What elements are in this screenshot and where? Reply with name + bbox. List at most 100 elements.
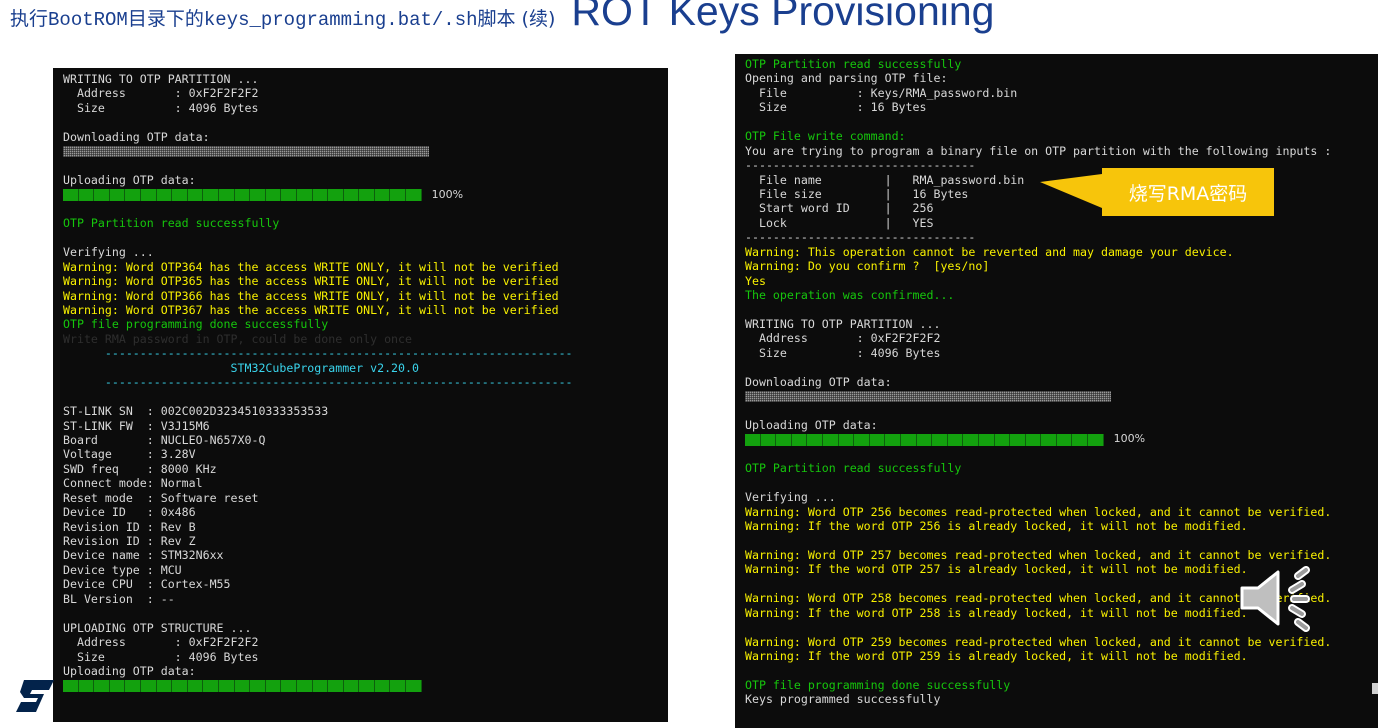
upload-progress-bar — [745, 433, 1104, 446]
right-terminal-line: OTP File write command: — [745, 129, 906, 144]
right-terminal-line: The operation was confirmed... — [745, 288, 955, 302]
left-terminal-line: Address : 0xF2F2F2F2 — [63, 635, 259, 650]
rma-callout: 烧写RMA密码 — [1040, 168, 1276, 218]
upload-progress-bar — [63, 679, 422, 692]
upload-progress-bar — [63, 188, 422, 201]
left-terminal-line: Uploading OTP data: — [63, 173, 196, 188]
right-terminal-line: Warning: If the word OTP 259 is already … — [745, 648, 1248, 663]
left-terminal-line: Revision ID : Rev Z — [63, 534, 196, 548]
title-bootrom: BootROM — [48, 9, 128, 31]
left-terminal-line: Connect mode: Normal — [63, 476, 203, 491]
right-terminal-line: --------------------------------- — [745, 230, 976, 245]
title-prefix: 执行 — [10, 8, 49, 30]
right-terminal-line: OTP Partition read successfully — [745, 57, 962, 71]
right-terminal-line — [745, 533, 1378, 547]
left-terminal-line: OTP file programming done successfully — [63, 317, 329, 332]
right-terminal-line: Warning: If the word OTP 256 is already … — [745, 519, 1248, 533]
left-terminal-line — [63, 202, 668, 216]
left-terminal-line: Address : 0xF2F2F2F2 — [63, 86, 259, 101]
right-terminal-line: Uploading OTP data: — [745, 417, 878, 432]
right-terminal-line — [745, 447, 1378, 461]
left-terminal-line: Verifying ... — [63, 245, 154, 260]
left-terminal-line: ----------------------------------------… — [63, 346, 573, 361]
download-progress-bar — [745, 390, 1111, 402]
left-progress-row — [63, 144, 668, 158]
left-progress-row: 100% — [63, 188, 668, 202]
right-terminal-line — [745, 404, 1378, 418]
left-terminal-output: WRITING TO OTP PARTITION ... Address : 0… — [63, 72, 668, 693]
st-logo-icon — [16, 680, 54, 712]
left-terminal-line: ST-LINK FW : V3J15M6 — [63, 418, 210, 433]
left-terminal-line: Device name : STM32N6xx — [63, 548, 224, 563]
left-terminal-line: Device ID : 0x486 — [63, 505, 196, 520]
left-terminal-line — [63, 390, 668, 404]
download-progress-bar — [63, 145, 429, 157]
left-terminal-line — [63, 115, 668, 129]
speaker-icon[interactable] — [1238, 566, 1320, 632]
right-terminal-line: Size : 4096 Bytes — [745, 345, 941, 360]
right-terminal-line: Address : 0xF2F2F2F2 — [745, 331, 941, 346]
left-terminal-line: WRITING TO OTP PARTITION ... — [63, 72, 259, 86]
progress-percent: 100% — [431, 187, 464, 201]
right-terminal-line: WRITING TO OTP PARTITION ... — [745, 316, 941, 331]
right-terminal-line — [745, 360, 1378, 374]
title-middle: 目录下的 — [127, 8, 204, 30]
left-terminal-window: WRITING TO OTP PARTITION ... Address : 0… — [53, 68, 668, 722]
left-terminal-line: Revision ID : Rev B — [63, 519, 196, 534]
right-terminal-line: File : Keys/RMA_password.bin — [745, 85, 1018, 100]
title-heading: ROT Keys Provisioning — [571, 0, 995, 34]
right-terminal-line: Verifying ... — [745, 490, 836, 505]
right-terminal-line: Warning: Word OTP 256 becomes read-prote… — [745, 504, 1332, 519]
left-terminal-line: STM32CubeProgrammer v2.20.0 — [63, 360, 419, 375]
left-terminal-line: Write RMA password in OTP, could be done… — [63, 331, 413, 346]
right-terminal-line: Warning: Word OTP 257 becomes read-prote… — [745, 547, 1332, 562]
left-terminal-line: Warning: Word OTP366 has the access WRIT… — [63, 288, 559, 303]
left-terminal-line: BL Version : -- — [63, 591, 175, 606]
left-terminal-line: Warning: Word OTP364 has the access WRIT… — [63, 259, 559, 274]
right-terminal-line: OTP file programming done successfully — [745, 677, 1011, 692]
left-terminal-line: Uploading OTP data: — [63, 663, 196, 678]
left-terminal-line: Device type : MCU — [63, 562, 182, 577]
right-terminal-line — [745, 302, 1378, 316]
left-terminal-line: Board : NUCLEO-N657X0-Q — [63, 432, 266, 447]
left-terminal-line: Size : 4096 Bytes — [63, 649, 259, 664]
right-terminal-line: OTP Partition read successfully — [745, 461, 962, 476]
progress-percent: 100% — [1113, 432, 1146, 446]
left-terminal-line: Downloading OTP data: — [63, 129, 210, 144]
right-terminal-line — [745, 476, 1378, 490]
right-terminal-line: Downloading OTP data: — [745, 374, 892, 389]
right-terminal-line: You are trying to program a binary file … — [745, 143, 1332, 158]
left-terminal-line: SWD freq : 8000 KHz — [63, 461, 217, 476]
left-terminal-line — [63, 231, 668, 245]
title-script: keys_programming.bat/.sh — [203, 9, 478, 31]
left-terminal-line: Voltage : 3.28V — [63, 447, 196, 462]
right-progress-row — [745, 389, 1378, 403]
left-progress-row — [63, 678, 668, 692]
right-progress-row: 100% — [745, 432, 1378, 446]
right-terminal-line: Warning: Word OTP 259 becomes read-prote… — [745, 634, 1332, 649]
right-terminal-line: Yes — [745, 273, 766, 288]
left-terminal-line: Warning: Word OTP367 has the access WRIT… — [63, 303, 559, 317]
right-terminal-line — [745, 663, 1378, 677]
right-terminal-line: Opening and parsing OTP file: — [745, 71, 948, 86]
left-terminal-line — [63, 159, 668, 173]
left-terminal-line — [63, 606, 668, 620]
callout-pointer — [1040, 174, 1102, 208]
left-terminal-line: ----------------------------------------… — [63, 375, 573, 390]
right-terminal-line: Size : 16 Bytes — [745, 100, 927, 115]
slide-title: 执行BootROM目录下的keys_programming.bat/.sh脚本 … — [10, 0, 994, 35]
right-terminal-line: Warning: This operation cannot be revert… — [745, 244, 1234, 259]
left-terminal-line: Device CPU : Cortex-M55 — [63, 577, 231, 592]
left-terminal-line: OTP Partition read successfully — [63, 216, 280, 231]
callout-label: 烧写RMA密码 — [1102, 168, 1274, 216]
right-terminal-line — [745, 115, 1378, 129]
title-suffix: 脚本 (续) — [477, 8, 556, 30]
left-terminal-line: Size : 4096 Bytes — [63, 100, 259, 115]
left-terminal-line: Reset mode : Software reset — [63, 490, 259, 505]
edge-marker — [1372, 683, 1378, 694]
left-terminal-line: ST-LINK SN : 002C002D3234510333353533 — [63, 404, 329, 419]
left-terminal-line: Warning: Word OTP365 has the access WRIT… — [63, 274, 559, 289]
left-terminal-line: UPLOADING OTP STRUCTURE ... — [63, 620, 252, 635]
right-terminal-line: Keys programmed successfully — [745, 692, 941, 707]
right-terminal-line: Warning: Do you confirm ? [yes/no] — [745, 259, 990, 274]
